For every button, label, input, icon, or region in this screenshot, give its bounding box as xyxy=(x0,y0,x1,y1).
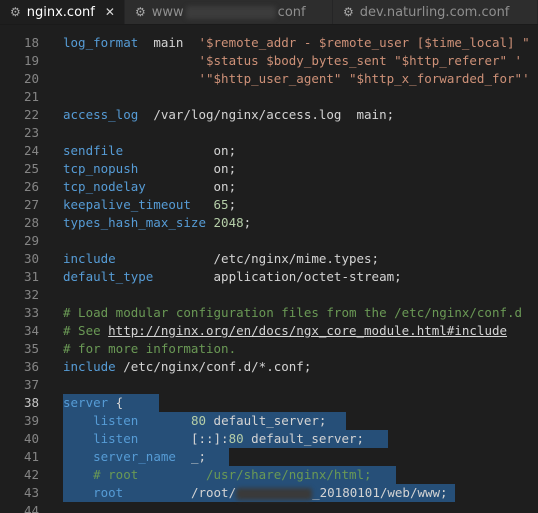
code-text: # for more information. xyxy=(63,341,237,356)
line-number: 20 xyxy=(23,71,39,86)
code-text: include /etc/nginx/mime.types; xyxy=(63,251,380,266)
line-number: 34 xyxy=(23,323,39,338)
code-text: log_format main '$remote_addr - $remote_… xyxy=(63,35,530,50)
code-text: types_hash_max_size 2048; xyxy=(63,215,252,230)
code-text: '$status $body_bytes_sent "$http_referer… xyxy=(198,53,523,68)
code-line[interactable]: 18 log_format main '$remote_addr - $remot… xyxy=(0,34,538,52)
tab-label-suffix: conf xyxy=(277,4,306,20)
code-line[interactable]: 35 # for more information. xyxy=(0,340,538,358)
code-text: keepalive_timeout 65; xyxy=(63,197,237,212)
code-line[interactable]: 33 # Load modular configuration files fro… xyxy=(0,304,538,322)
code-text: tcp_nopush on; xyxy=(63,161,237,176)
gear-icon: ⚙ xyxy=(10,5,21,19)
code-text: root /root/_20180101/web/www; xyxy=(93,485,448,500)
line-number: 36 xyxy=(23,359,39,374)
code-editor[interactable]: 18 log_format main '$remote_addr - $remot… xyxy=(0,25,538,513)
line-number: 27 xyxy=(23,197,39,212)
tab-label: dev.naturling.com.conf xyxy=(359,4,510,20)
code-text: listen 80 default_server; xyxy=(93,413,327,428)
code-text: server { xyxy=(63,395,124,410)
tab-nginx-conf[interactable]: ⚙ nginx.conf ✕ xyxy=(0,0,125,24)
code-text: # See http://nginx.org/en/docs/ngx_core_… xyxy=(63,323,508,338)
code-line[interactable]: 25 tcp_nopush on; xyxy=(0,160,538,178)
line-number: 44 xyxy=(23,503,39,513)
line-number: 26 xyxy=(23,179,39,194)
line-number: 33 xyxy=(23,305,39,320)
code-line[interactable]: 39 listen 80 default_server; xyxy=(0,412,538,430)
code-text: # root /usr/share/nginx/html; xyxy=(93,467,372,482)
tab-dev-naturling-conf[interactable]: ⚙ dev.naturling.com.conf xyxy=(333,0,538,24)
code-text: server_name _; xyxy=(93,449,207,464)
code-line[interactable]: 31 default_type application/octet-stream; xyxy=(0,268,538,286)
code-text: sendfile on; xyxy=(63,143,237,158)
line-number: 21 xyxy=(23,89,39,104)
gear-icon: ⚙ xyxy=(135,5,146,19)
code-text: # Load modular configuration files from … xyxy=(63,305,523,320)
code-line[interactable]: 34 # See http://nginx.org/en/docs/ngx_cor… xyxy=(0,322,538,340)
code-text: access_log /var/log/nginx/access.log mai… xyxy=(63,107,395,122)
code-line[interactable]: 44 xyxy=(0,502,538,513)
code-text: listen [::]:80 default_server; xyxy=(93,431,365,446)
code-text: default_type application/octet-stream; xyxy=(63,269,402,284)
line-number: 38 xyxy=(23,395,39,410)
code-line[interactable]: 26 tcp_nodelay on; xyxy=(0,178,538,196)
code-text: '"$http_user_agent" "$http_x_forwarded_f… xyxy=(198,71,530,86)
code-line[interactable]: 21 xyxy=(0,88,538,106)
code-line[interactable]: 40 listen [::]:80 default_server; xyxy=(0,430,538,448)
tab-bar: ⚙ nginx.conf ✕ ⚙ www conf ⚙ dev.naturlin… xyxy=(0,0,538,25)
code-line[interactable]: 29 xyxy=(0,232,538,250)
code-line[interactable]: 24 sendfile on; xyxy=(0,142,538,160)
line-number: 19 xyxy=(23,53,39,68)
code-line[interactable]: 23 xyxy=(0,124,538,142)
line-number: 42 xyxy=(23,467,39,482)
line-number: 37 xyxy=(23,377,39,392)
code-line[interactable]: 28 types_hash_max_size 2048; xyxy=(0,214,538,232)
line-number: 24 xyxy=(23,143,39,158)
code-line[interactable]: 42 # root /usr/share/nginx/html; xyxy=(0,466,538,484)
code-line[interactable]: 36 include /etc/nginx/conf.d/*.conf; xyxy=(0,358,538,376)
line-number: 23 xyxy=(23,125,39,140)
code-line[interactable]: 43 root /root/_20180101/web/www; xyxy=(0,484,538,502)
line-number: 28 xyxy=(23,215,39,230)
line-number: 35 xyxy=(23,341,39,356)
tab-www-conf[interactable]: ⚙ www conf xyxy=(125,0,333,24)
code-line[interactable]: 22 access_log /var/log/nginx/access.log m… xyxy=(0,106,538,124)
line-number: 18 xyxy=(23,35,39,50)
line-number: 30 xyxy=(23,251,39,266)
code-line[interactable]: 19 '$status $body_bytes_sent "$http_refe… xyxy=(0,52,538,70)
line-number: 43 xyxy=(23,485,39,500)
line-number: 40 xyxy=(23,431,39,446)
redacted-text xyxy=(185,5,276,19)
tab-label-prefix: www xyxy=(151,4,184,20)
line-number: 25 xyxy=(23,161,39,176)
code-line[interactable]: 32 xyxy=(0,286,538,304)
gear-icon: ⚙ xyxy=(343,5,354,19)
line-number: 41 xyxy=(23,449,39,464)
line-number: 29 xyxy=(23,233,39,248)
code-line[interactable]: 27 keepalive_timeout 65; xyxy=(0,196,538,214)
code-text: tcp_nodelay on; xyxy=(63,179,237,194)
code-line[interactable]: 30 include /etc/nginx/mime.types; xyxy=(0,250,538,268)
code-line[interactable]: 20 '"$http_user_agent" "$http_x_forwarde… xyxy=(0,70,538,88)
code-line[interactable]: 37 xyxy=(0,376,538,394)
code-line[interactable]: 38 server { xyxy=(0,394,538,412)
code-line[interactable]: 41 server_name _; xyxy=(0,448,538,466)
tab-label: nginx.conf xyxy=(26,4,95,20)
line-number: 31 xyxy=(23,269,39,284)
code-text: include /etc/nginx/conf.d/*.conf; xyxy=(63,359,312,374)
line-number: 22 xyxy=(23,107,39,122)
close-icon[interactable]: ✕ xyxy=(105,5,115,19)
line-number: 32 xyxy=(23,287,39,302)
line-number: 39 xyxy=(23,413,39,428)
